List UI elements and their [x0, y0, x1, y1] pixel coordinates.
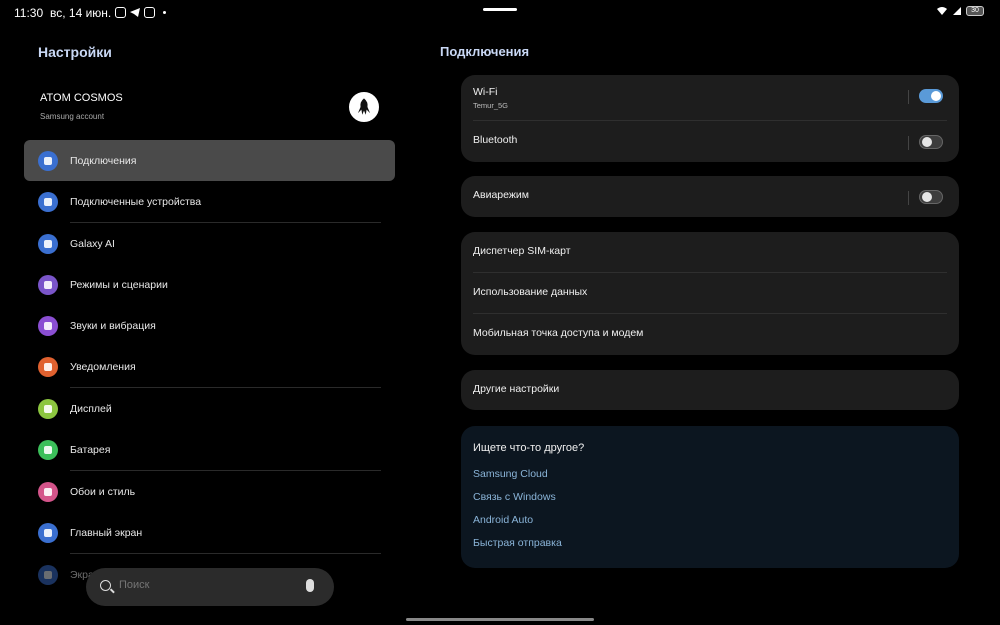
home-icon: [38, 522, 58, 543]
wifi-toggle[interactable]: [919, 89, 943, 103]
navigation-handle[interactable]: [406, 618, 594, 621]
row-label: Мобильная точка доступа и модем: [473, 327, 644, 339]
other-settings-card: Другие настройки: [461, 370, 959, 410]
wifi-network: Temur_5G: [473, 101, 509, 110]
sidebar-item-label: Обои и стиль: [70, 485, 136, 498]
system-icons: 30: [936, 6, 984, 16]
airplane-row[interactable]: Авиарежим: [461, 176, 959, 217]
avatar[interactable]: [349, 92, 379, 122]
sidebar-item-galaxy-ai[interactable]: Galaxy AI: [24, 223, 395, 264]
account-subtitle: Samsung account: [40, 112, 105, 121]
bluetooth-label: Bluetooth: [473, 134, 518, 146]
mic-icon[interactable]: [306, 579, 314, 592]
account-name: ATOM COSMOS: [40, 92, 123, 104]
airplane-label: Авиарежим: [473, 189, 529, 201]
network-group-card: Диспетчер SIM-карт Использование данных …: [461, 232, 959, 355]
sound-icon: [38, 315, 58, 336]
wifi-icon: [38, 150, 58, 171]
sidebar-item-battery[interactable]: Батарея: [24, 429, 395, 470]
sidebar-item-notification[interactable]: Уведомления: [24, 346, 395, 387]
sidebar-item-home[interactable]: Главный экран: [24, 512, 395, 553]
sidebar-item-modes[interactable]: Режимы и сценарии: [24, 264, 395, 305]
battery-icon: [38, 439, 58, 460]
suggestions-title: Ищете что-то другое?: [473, 442, 585, 454]
airplane-toggle[interactable]: [919, 190, 943, 204]
bluetooth-row[interactable]: Bluetooth: [461, 121, 959, 162]
row-label: Другие настройки: [473, 383, 560, 395]
top-handle[interactable]: [483, 8, 517, 11]
battery-status-icon: 30: [966, 6, 984, 16]
notification-icons: [115, 6, 166, 18]
suggestions-card: Ищете что-то другое? Samsung Cloud Связь…: [461, 426, 959, 568]
page-title: Настройки: [38, 44, 112, 60]
row-label: Диспетчер SIM-карт: [473, 245, 571, 257]
other-settings-row[interactable]: Другие настройки: [461, 370, 959, 410]
wifi-row[interactable]: Wi-Fi Temur_5G: [461, 75, 959, 121]
instagram-icon: [144, 6, 155, 18]
wifi-label: Wi-Fi: [473, 86, 498, 98]
search-bar[interactable]: [86, 568, 334, 606]
sidebar-item-label: Звуки и вибрация: [70, 319, 156, 332]
sidebar-item-label: Подключения: [70, 154, 137, 167]
sidebar-item-label: Подключенные устройства: [70, 195, 202, 208]
signal-icon: [953, 7, 961, 15]
section-title: Подключения: [440, 44, 530, 59]
link-android-auto[interactable]: Android Auto: [473, 514, 533, 526]
status-date: вс, 14 июн.: [50, 6, 112, 20]
divider: [908, 191, 909, 205]
sim-manager-row[interactable]: Диспетчер SIM-карт: [461, 232, 959, 273]
wallpaper-icon: [38, 481, 58, 502]
sidebar-item-label: Galaxy AI: [70, 237, 115, 250]
link-quick-share[interactable]: Быстрая отправка: [473, 537, 562, 549]
account-card[interactable]: ATOM COSMOS Samsung account: [24, 84, 395, 130]
sidebar-item-label: Уведомления: [70, 360, 136, 373]
galaxy-ai-icon: [38, 233, 58, 254]
bluetooth-toggle[interactable]: [919, 135, 943, 149]
link-samsung-cloud[interactable]: Samsung Cloud: [473, 468, 548, 480]
link-windows[interactable]: Связь с Windows: [473, 491, 556, 503]
airplane-card: Авиарежим: [461, 176, 959, 217]
search-icon: [100, 580, 111, 591]
sidebar-item-devices[interactable]: Подключенные устройства: [24, 181, 395, 222]
devices-icon: [38, 191, 58, 212]
status-time: 11:30: [14, 6, 44, 20]
sidebar-item-display[interactable]: Дисплей: [24, 388, 395, 429]
sidebar-item-label: Дисплей: [70, 402, 112, 415]
status-bar: 11:30 вс, 14 июн. 30: [0, 0, 1000, 26]
notification-icon: [38, 356, 58, 377]
search-input[interactable]: [119, 579, 299, 591]
divider: [908, 136, 909, 150]
row-label: Использование данных: [473, 286, 588, 298]
divider: [908, 90, 909, 104]
sidebar-item-label: Главный экран: [70, 526, 143, 539]
data-usage-row[interactable]: Использование данных: [461, 273, 959, 314]
instagram-icon: [115, 6, 126, 18]
more-notifications-dot: [163, 10, 166, 14]
sidebar-item-sound[interactable]: Звуки и вибрация: [24, 305, 395, 346]
sidebar-item-label: Батарея: [70, 443, 111, 456]
wifi-bluetooth-card: Wi-Fi Temur_5G Bluetooth: [461, 75, 959, 162]
lock-icon: [38, 564, 58, 585]
sidebar-item-label: Режимы и сценарии: [70, 278, 168, 291]
display-icon: [38, 398, 58, 419]
modes-icon: [38, 274, 58, 295]
telegram-icon: [130, 8, 140, 17]
sidebar-item-wallpaper[interactable]: Обои и стиль: [24, 471, 395, 512]
hotspot-row[interactable]: Мобильная точка доступа и модем: [461, 314, 959, 355]
sidebar-item-wifi[interactable]: Подключения: [24, 140, 395, 181]
settings-menu: Подключения Подключенные устройства Galaxy…: [24, 140, 395, 595]
wifi-status-icon: [937, 7, 947, 15]
